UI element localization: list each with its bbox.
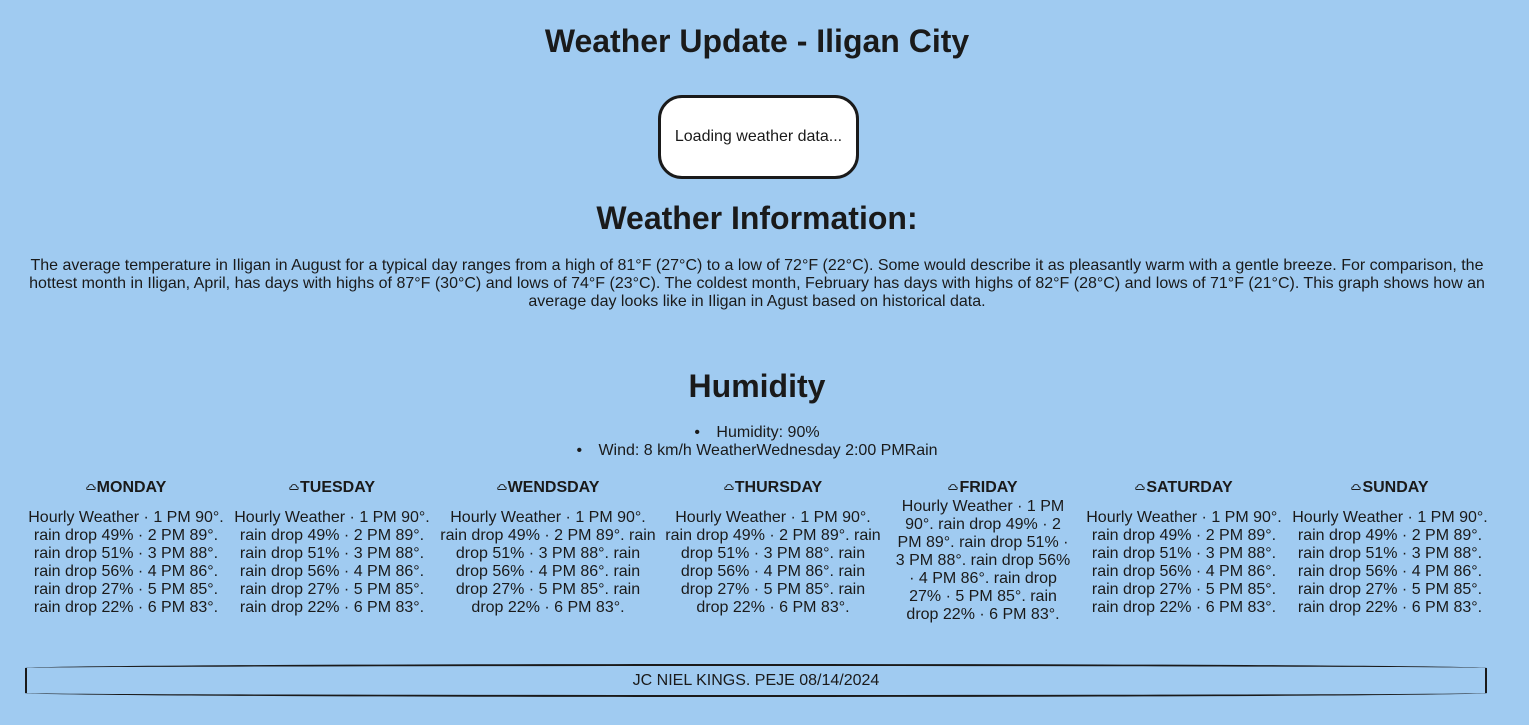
day-header: SATURDAY	[1084, 478, 1284, 498]
hourly-weather-text: Hourly Weather · 1 PM 90°. rain drop 49%…	[895, 498, 1071, 623]
wind-item-text: Wind: 8 km/h WeatherWednesday 2:00 PMRai…	[598, 442, 938, 459]
humidity-item: • Humidity: 90%	[0, 424, 1514, 442]
cloud-icon	[289, 482, 299, 492]
day-name: FRIDAY	[959, 479, 1018, 496]
cloud-icon	[1351, 482, 1362, 492]
day-name: SUNDAY	[1362, 479, 1429, 496]
day-card-thursday: THURSDAY Hourly Weather · 1 PM 90°. rain…	[664, 478, 882, 624]
day-card-sunday: SUNDAY Hourly Weather · 1 PM 90°. rain d…	[1290, 478, 1490, 624]
day-name: WENDSDAY	[507, 479, 600, 496]
day-name: TUESDAY	[300, 479, 375, 496]
hourly-weather-text: Hourly Weather · 1 PM 90°. rain drop 49%…	[234, 509, 430, 616]
bullet-icon: •	[694, 424, 701, 441]
bullet-icon: •	[576, 442, 583, 459]
cloud-icon	[724, 482, 734, 492]
loading-status-box: Loading weather data...	[658, 95, 859, 179]
cloud-icon	[496, 482, 507, 492]
day-header: WENDSDAY	[438, 478, 658, 498]
day-name: THURSDAY	[734, 479, 823, 496]
humidity-item-text: Humidity: 90%	[716, 424, 820, 441]
loading-text: Loading weather data...	[674, 128, 843, 145]
day-name: SATURDAY	[1146, 479, 1233, 496]
footer: JC NIEL KINGS. PEJE 08/14/2024	[25, 664, 1487, 697]
day-header: MONDAY	[26, 478, 226, 498]
day-name: MONDAY	[96, 479, 167, 496]
wind-item: • Wind: 8 km/h WeatherWednesday 2:00 PMRa…	[0, 442, 1514, 460]
daily-forecast: MONDAY Hourly Weather · 1 PM 90°. rain d…	[26, 478, 1490, 624]
cloud-icon	[948, 482, 959, 492]
cloud-icon	[85, 482, 96, 492]
page-title: Weather Update - Iligan City	[544, 23, 970, 59]
day-header: SUNDAY	[1290, 478, 1490, 498]
weather-info-text: The average temperature in Iligan in Aug…	[29, 257, 1485, 310]
hourly-weather-text: Hourly Weather · 1 PM 90°. rain drop 49%…	[440, 509, 656, 616]
hourly-weather-text: Hourly Weather · 1 PM 90°. rain drop 49%…	[28, 509, 224, 616]
day-card-wednesday: WENDSDAY Hourly Weather · 1 PM 90°. rain…	[438, 478, 658, 624]
hourly-weather-text: Hourly Weather · 1 PM 90°. rain drop 49%…	[665, 509, 881, 616]
hourly-weather-text: Hourly Weather · 1 PM 90°. rain drop 49%…	[1292, 509, 1488, 616]
humidity-heading: Humidity	[688, 368, 826, 404]
day-card-tuesday: TUESDAY Hourly Weather · 1 PM 90°. rain …	[232, 478, 432, 624]
day-card-friday: FRIDAY Hourly Weather · 1 PM 90°. rain d…	[888, 478, 1078, 624]
footer-text: JC NIEL KINGS. PEJE 08/14/2024	[632, 671, 880, 689]
day-header: TUESDAY	[232, 478, 432, 498]
day-card-monday: MONDAY Hourly Weather · 1 PM 90°. rain d…	[26, 478, 226, 624]
day-header: THURSDAY	[664, 478, 882, 498]
day-card-saturday: SATURDAY Hourly Weather · 1 PM 90°. rain…	[1084, 478, 1284, 624]
hourly-weather-text: Hourly Weather · 1 PM 90°. rain drop 49%…	[1086, 509, 1282, 616]
cloud-icon	[1135, 482, 1146, 492]
day-header: FRIDAY	[888, 478, 1078, 498]
weather-info-heading: Weather Information:	[596, 200, 918, 236]
humidity-list: • Humidity: 90% • Wind: 8 km/h WeatherWedn…	[0, 424, 1514, 460]
